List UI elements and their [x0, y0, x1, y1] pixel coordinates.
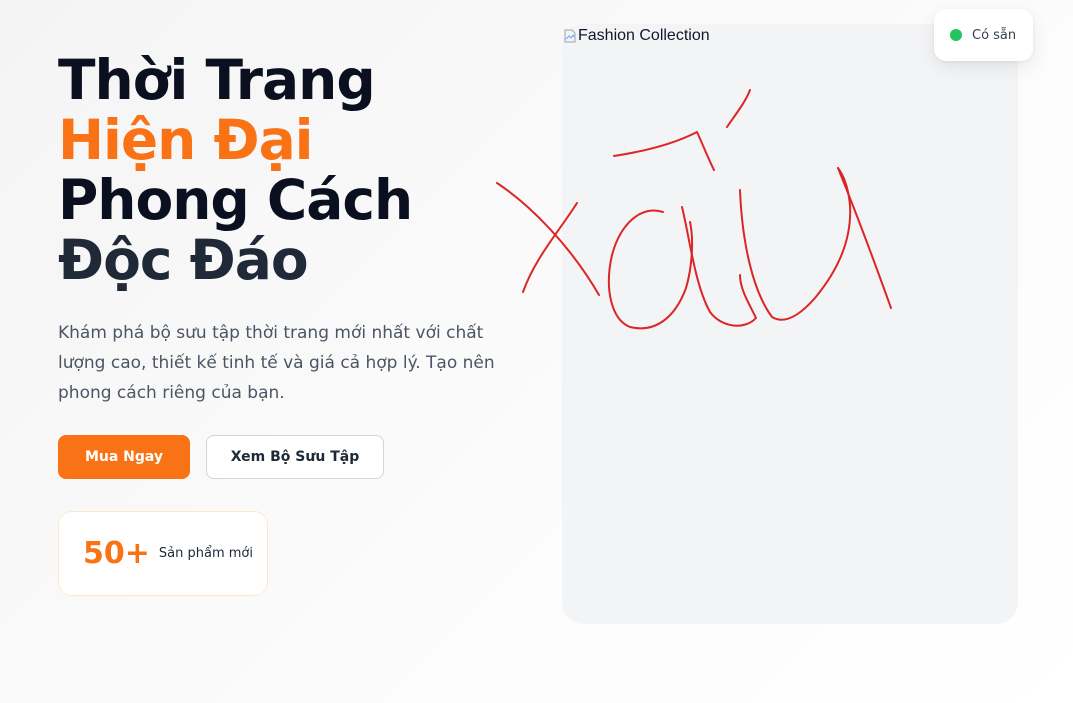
hero-description: Khám phá bộ sưu tập thời trang mới nhất … [58, 323, 495, 403]
headline-line-1: Thời Trang [58, 48, 376, 112]
stat-value: 50+ [83, 536, 150, 571]
headline-line-2: Hiện Đại [58, 108, 314, 172]
availability-label: Có sẵn [972, 27, 1017, 43]
buy-now-button[interactable]: Mua Ngay [58, 435, 190, 479]
availability-badge: Có sẵn [934, 9, 1033, 61]
stat-label: Sản phẩm mới [158, 546, 253, 561]
headline-line-3: Phong Cách [58, 168, 413, 232]
broken-image: Fashion Collection [564, 27, 710, 45]
hero-headline: Thời Trang Hiện Đại Phong Cách Độc Đáo [58, 50, 538, 290]
broken-image-icon [564, 29, 576, 43]
headline-line-4: Độc Đáo [58, 228, 309, 292]
hero-content: Thời Trang Hiện Đại Phong Cách Độc Đáo K… [58, 50, 538, 408]
image-alt-text: Fashion Collection [578, 27, 710, 44]
hero-actions: Mua Ngay Xem Bộ Sưu Tập [58, 435, 384, 479]
fashion-image-placeholder [562, 24, 1018, 624]
new-products-stat: 50+ Sản phẩm mới [58, 511, 268, 596]
status-dot-icon [950, 29, 962, 41]
view-collection-button[interactable]: Xem Bộ Sưu Tập [206, 435, 384, 479]
